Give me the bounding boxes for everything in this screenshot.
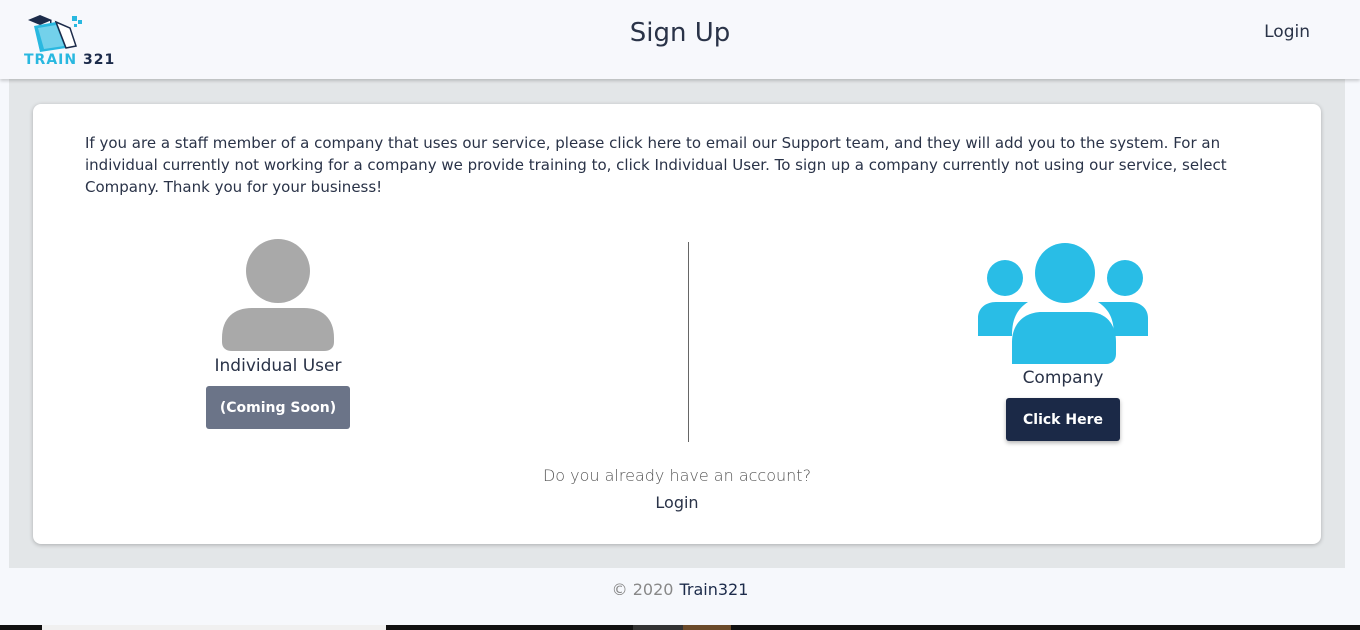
intro-text: If you are a staff member of a company t… xyxy=(85,134,1227,196)
bottom-strip xyxy=(0,625,1360,630)
vertical-divider xyxy=(688,242,689,442)
signup-card: If you are a staff member of a company t… xyxy=(33,104,1321,544)
logo-text-321: 321 xyxy=(77,52,116,68)
coming-soon-button[interactable]: (Coming Soon) xyxy=(206,386,350,429)
header-login-link[interactable]: Login xyxy=(1264,22,1310,42)
account-question: Do you already have an account? xyxy=(542,466,812,485)
footer-brand[interactable]: Train321 xyxy=(679,580,748,599)
users-group-icon xyxy=(978,243,1148,364)
footer: © 2020 Train321 xyxy=(0,580,1360,599)
company-click-here-button[interactable]: Click Here xyxy=(1006,398,1120,441)
bottom-strip-segment xyxy=(683,625,731,630)
top-header: TRAIN 321 Sign Up Login xyxy=(0,0,1360,79)
card-login-link[interactable]: Login xyxy=(33,493,1321,512)
company-option: Company Click Here xyxy=(953,242,1173,441)
user-icon xyxy=(222,239,334,351)
company-label: Company xyxy=(1022,368,1104,388)
bottom-strip-segment xyxy=(42,625,386,630)
logo-wordmark: TRAIN 321 xyxy=(24,52,115,68)
individual-user-option: Individual User (Coming Soon) xyxy=(168,236,388,429)
page-title: Sign Up xyxy=(629,18,731,48)
copyright-text: © 2020 xyxy=(611,580,674,599)
bottom-strip-segment xyxy=(633,625,683,630)
logo-text-train: TRAIN xyxy=(24,52,78,68)
individual-user-label: Individual User xyxy=(214,356,342,376)
